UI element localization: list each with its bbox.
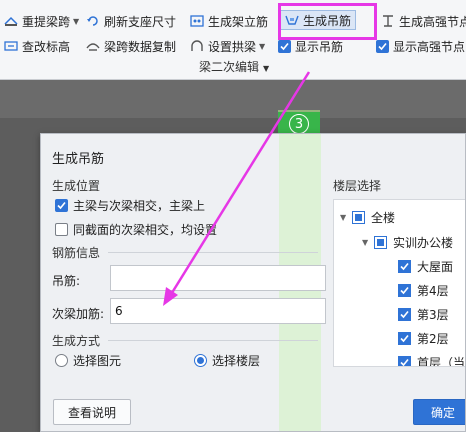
same-section-label: 同截面的次梁相交，均设置 [73,223,218,237]
span-icon [4,14,18,28]
section-rebar-label: 钢筋信息 [52,246,101,260]
elevation-icon [4,39,18,53]
checkbox-checked-icon[interactable] [398,332,411,345]
expand-triangle-icon[interactable]: ▼ [362,238,374,247]
tri-state-checkbox-icon[interactable] [352,211,365,224]
section-method-label: 生成方式 [52,334,101,348]
same-section-checkbox[interactable]: 同截面的次梁相交，均设置 [55,221,217,238]
tree-node-floor-label: 首层（当 [417,356,466,367]
tree-node-project[interactable]: ▼ 实训办公楼 [362,234,453,251]
generate-high-strength-node-button[interactable]: 生成高强节点 [381,11,466,31]
checkbox-checked-icon [376,39,389,53]
tree-node-floor[interactable]: 第2层 [398,330,449,347]
section-floor-selection: 楼层选择 [333,177,381,194]
copy-span-data-label: 梁跨数据复制 [104,39,177,54]
dialog-title: 生成吊筋 [52,152,105,167]
set-arch-beam-label: 设置拱梁 [208,39,257,54]
view-help-button[interactable]: 查看说明 [53,399,131,425]
checkbox-checked-icon[interactable] [398,308,411,321]
section-floor-label: 楼层选择 [333,179,382,193]
ribbon-group-title: 梁二次编辑 [199,60,260,74]
checkbox-checked-icon [278,39,291,53]
copy-span-data-button[interactable]: 梁跨数据复制 [86,36,176,56]
radio-selected-icon [194,354,207,367]
tree-node-floor-label: 第2层 [417,332,449,346]
tree-node-floor[interactable]: 首层（当 [398,354,466,367]
show-high-strength-node-checkbox[interactable]: 显示高强节点 [376,36,465,56]
secondary-reinforcement-input[interactable] [110,298,326,324]
ribbon-group-label[interactable]: 梁二次编辑 ▼ [199,58,269,75]
hanger-input[interactable] [110,265,326,291]
set-arch-beam-button[interactable]: 设置拱梁 ▼ [190,36,265,56]
tree-node-floor[interactable]: 第3层 [398,306,449,323]
refresh-support-size-button[interactable]: 刷新支座尺寸 [86,11,176,31]
select-element-label: 选择图元 [73,354,122,368]
expand-triangle-icon[interactable]: ▼ [340,213,352,222]
node-icon [381,14,395,28]
show-high-strength-node-label: 显示高强节点 [393,39,466,54]
arch-icon [190,39,204,53]
chevron-down-icon: ▼ [259,41,266,51]
checkbox-checked-icon[interactable] [398,284,411,297]
section-method: 生成方式 [52,332,319,349]
ok-label: 确定 [430,405,455,420]
hanger-field-label: 吊筋: [52,274,81,288]
tree-node-floor-label: 第3层 [417,308,449,322]
select-floor-label: 选择楼层 [212,354,261,368]
section-rebar: 钢筋信息 [52,244,319,261]
view-help-label: 查看说明 [67,405,116,420]
erection-bar-icon [190,14,204,28]
section-position: 生成位置 [52,177,100,194]
radio-unselected-icon [55,354,68,367]
annotation-highlight-box [278,3,377,40]
section-divider [108,340,319,341]
select-floor-radio[interactable]: 选择楼层 [194,352,260,369]
show-hanger-label: 显示吊筋 [295,39,344,54]
axis-number: 3 [289,114,309,134]
reextract-span-label: 重提梁跨 [22,14,71,29]
chevron-down-icon: ▼ [263,64,270,73]
checkbox-checked-icon [55,199,68,212]
refresh-icon [86,14,100,28]
copy-icon [86,39,100,53]
check-elevation-label: 查改标高 [22,39,71,54]
tree-node-all[interactable]: ▼ 全楼 [340,209,395,226]
checkbox-empty-icon [55,223,68,236]
main-beam-cross-checkbox[interactable]: 主梁与次梁相交，主梁上 [55,197,205,214]
tree-node-all-label: 全楼 [371,211,396,225]
checkbox-checked-icon[interactable] [398,356,411,366]
ok-button[interactable]: 确定 [413,399,465,425]
generate-erection-bar-button[interactable]: 生成架立筋 [190,11,268,31]
checkbox-checked-icon[interactable] [398,260,411,273]
tree-node-floor-label: 第4层 [417,284,449,298]
reextract-span-button[interactable]: 重提梁跨 ▼ [4,11,79,31]
main-beam-cross-label: 主梁与次梁相交，主梁上 [73,199,206,213]
select-element-radio[interactable]: 选择图元 [55,352,121,369]
tree-node-project-label: 实训办公楼 [393,236,454,250]
section-position-label: 生成位置 [52,179,101,193]
generate-hanger-dialog: 生成吊筋 生成位置 主梁与次梁相交，主梁上 同截面的次梁相交，均设置 钢筋信息 … [40,133,466,432]
secondary-reinforcement-label: 次梁加筋: [52,307,105,321]
ribbon-toolbar: 重提梁跨 ▼ 刷新支座尺寸 生成架立筋 生成吊筋 生成高强节点 查改标高 梁跨数… [0,0,466,80]
tree-node-floor[interactable]: 第4层 [398,282,449,299]
tree-node-floor-label: 大屋面 [417,260,454,274]
tri-state-checkbox-icon[interactable] [374,236,387,249]
section-divider [108,252,319,253]
floor-tree: ▼ 全楼 ▼ 实训办公楼 大屋面 第4层 第3层 第2层 首层（当 [333,199,466,367]
generate-high-strength-node-label: 生成高强节点 [399,14,466,29]
generate-erection-bar-label: 生成架立筋 [208,14,269,29]
refresh-support-size-label: 刷新支座尺寸 [104,14,177,29]
check-elevation-button[interactable]: 查改标高 [4,36,70,56]
chevron-down-icon: ▼ [73,16,80,26]
tree-node-floor[interactable]: 大屋面 [398,258,453,275]
